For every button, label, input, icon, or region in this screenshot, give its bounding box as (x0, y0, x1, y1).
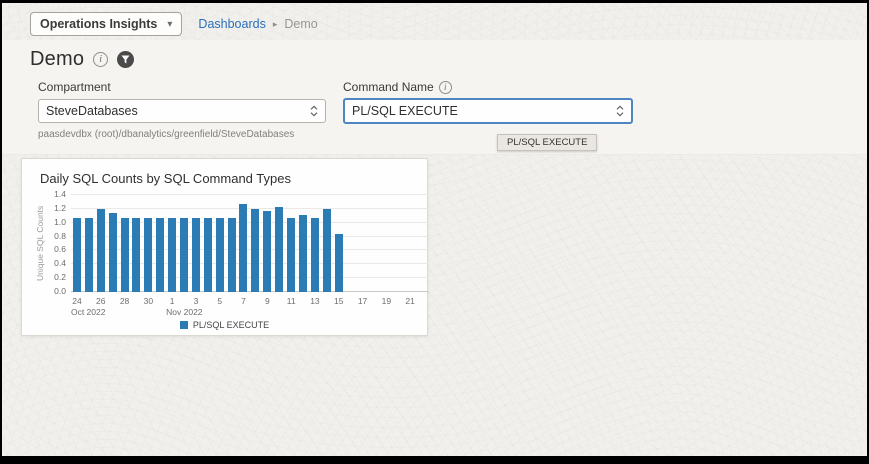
bar[interactable] (216, 218, 224, 292)
breadcrumb-separator-icon: ▸ (273, 19, 278, 30)
command-name-label: Command Name i (343, 80, 633, 94)
bar[interactable] (239, 204, 247, 292)
bar[interactable] (180, 218, 188, 292)
select-stepper-icon (616, 105, 624, 117)
legend-item[interactable]: PL/SQL EXECUTE (22, 320, 427, 330)
app-window: Operations Insights ▾ Dashboards ▸ Demo … (0, 0, 869, 464)
dashboard-info-icon[interactable]: i (93, 52, 108, 67)
top-bar: Operations Insights ▾ Dashboards ▸ Demo (30, 9, 855, 39)
bar[interactable] (335, 234, 343, 292)
command-name-tooltip: PL/SQL EXECUTE (497, 134, 597, 151)
bar[interactable] (275, 207, 283, 292)
breadcrumb-current: Demo (284, 17, 317, 31)
x-axis: 2426283013579111315171921 (71, 296, 428, 307)
chart-title: Daily SQL Counts by SQL Command Types (40, 171, 291, 186)
command-name-select-value: PL/SQL EXECUTE (352, 104, 458, 118)
bar[interactable] (299, 215, 307, 292)
bar[interactable] (192, 218, 200, 292)
caret-down-icon: ▾ (167, 19, 172, 30)
compartment-path-hint: paasdevdbx (root)/dbanalytics/greenfield… (38, 129, 326, 140)
bar[interactable] (109, 213, 117, 292)
filter-funnel-icon[interactable] (117, 51, 134, 68)
chart-card: Daily SQL Counts by SQL Command Types Un… (21, 158, 428, 336)
bar[interactable] (204, 218, 212, 292)
y-axis: 0.00.20.40.60.81.01.21.4 (40, 195, 66, 292)
bar[interactable] (97, 209, 105, 292)
legend-swatch (180, 321, 188, 329)
bar[interactable] (132, 218, 140, 292)
bar[interactable] (168, 218, 176, 292)
bar[interactable] (144, 218, 152, 292)
bar[interactable] (228, 218, 236, 292)
bar[interactable] (73, 218, 81, 292)
bar[interactable] (156, 218, 164, 292)
command-name-filter: Command Name i PL/SQL EXECUTE PL/SQL EXE… (343, 80, 633, 124)
app-switcher-button[interactable]: Operations Insights ▾ (30, 12, 182, 36)
bar[interactable] (323, 209, 331, 292)
page-title: Demo (30, 48, 84, 71)
bar[interactable] (251, 209, 259, 292)
compartment-select[interactable]: SteveDatabases (38, 99, 326, 123)
bar[interactable] (287, 218, 295, 292)
app-switcher-label: Operations Insights (40, 17, 157, 31)
bar[interactable] (85, 218, 93, 292)
compartment-select-value: SteveDatabases (46, 104, 138, 118)
bar[interactable] (311, 218, 319, 292)
compartment-label-text: Compartment (38, 80, 111, 94)
compartment-filter: Compartment SteveDatabases paasdevdbx (r… (38, 80, 326, 140)
dashboard-header-panel: Demo i Compartment SteveDatabases paasde… (2, 40, 867, 155)
compartment-label: Compartment (38, 80, 326, 94)
bars (71, 195, 344, 292)
bar[interactable] (263, 211, 271, 292)
command-name-info-icon[interactable]: i (439, 81, 452, 94)
x-axis-groups: Oct 2022Nov 2022 (71, 307, 428, 318)
breadcrumb: Dashboards ▸ Demo (198, 17, 317, 31)
breadcrumb-link-dashboards[interactable]: Dashboards (198, 17, 265, 31)
title-row: Demo i (30, 48, 134, 71)
legend-label: PL/SQL EXECUTE (193, 320, 269, 330)
command-name-label-text: Command Name (343, 80, 434, 94)
bar[interactable] (121, 218, 129, 292)
bar-plot (71, 195, 428, 292)
select-stepper-icon (310, 105, 318, 117)
command-name-select[interactable]: PL/SQL EXECUTE (343, 98, 633, 124)
